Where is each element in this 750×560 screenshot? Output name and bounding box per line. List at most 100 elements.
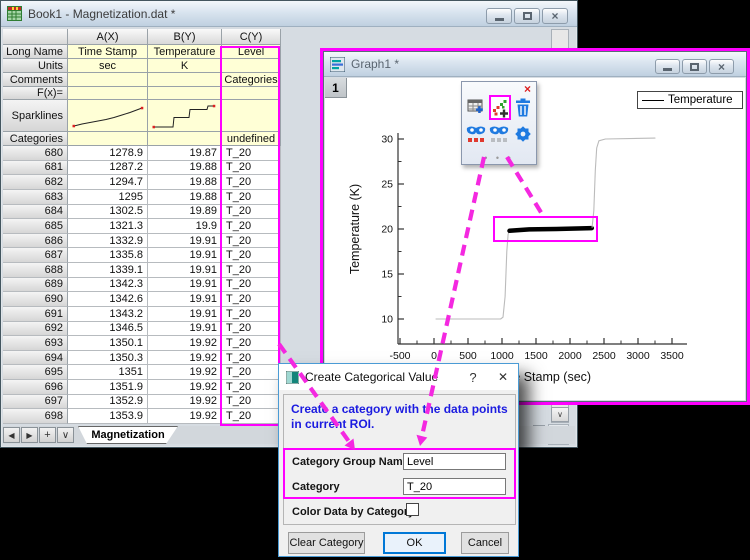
row-number-cell[interactable]: 696 (3, 380, 68, 395)
row-number-cell[interactable]: 680 (3, 146, 68, 161)
settings-button[interactable] (512, 121, 534, 146)
level-cell[interactable]: T_20 (222, 409, 281, 424)
units-a[interactable]: sec (68, 59, 148, 73)
level-cell[interactable]: T_20 (222, 175, 281, 190)
cancel-button[interactable]: Cancel (461, 532, 509, 554)
time-stamp-cell[interactable]: 1350.3 (68, 351, 148, 366)
categories-c[interactable]: undefined (222, 132, 281, 146)
toolbar-more-dots[interactable]: • • • (462, 153, 536, 163)
row-number-cell[interactable]: 686 (3, 234, 68, 249)
level-cell[interactable]: T_20 (222, 322, 281, 337)
temperature-cell[interactable]: 19.92 (148, 380, 222, 395)
row-number-cell[interactable]: 687 (3, 248, 68, 263)
time-stamp-cell[interactable]: 1332.9 (68, 234, 148, 249)
dialog-titlebar[interactable]: Create Categorical Value ? ✕ (279, 364, 518, 390)
fx-c[interactable] (222, 87, 281, 100)
temperature-cell[interactable]: 19.88 (148, 190, 222, 205)
temperature-cell[interactable]: 19.88 (148, 175, 222, 190)
time-stamp-cell[interactable]: 1339.1 (68, 263, 148, 278)
time-stamp-cell[interactable]: 1343.2 (68, 307, 148, 322)
roi-rectangle[interactable] (493, 216, 598, 242)
categories-b[interactable] (148, 132, 222, 146)
minimize-button[interactable] (486, 8, 512, 24)
temperature-cell[interactable]: 19.91 (148, 263, 222, 278)
level-cell[interactable]: T_20 (222, 263, 281, 278)
time-stamp-cell[interactable]: 1278.9 (68, 146, 148, 161)
sheet-list-button[interactable]: ∨ (57, 427, 74, 443)
time-stamp-cell[interactable]: 1352.9 (68, 395, 148, 410)
level-cell[interactable]: T_20 (222, 161, 281, 176)
temperature-cell[interactable]: 19.92 (148, 395, 222, 410)
temperature-cell[interactable]: 19.91 (148, 248, 222, 263)
graph-close-button[interactable]: × (709, 59, 734, 74)
temperature-cell[interactable]: 19.92 (148, 351, 222, 366)
time-stamp-cell[interactable]: 1351 (68, 365, 148, 380)
level-cell[interactable]: T_20 (222, 380, 281, 395)
row-label-comments[interactable]: Comments (3, 73, 68, 87)
temperature-cell[interactable]: 19.92 (148, 336, 222, 351)
row-number-cell[interactable]: 683 (3, 190, 68, 205)
fx-b[interactable] (148, 87, 222, 100)
time-stamp-cell[interactable]: 1351.9 (68, 380, 148, 395)
level-cell[interactable]: T_20 (222, 292, 281, 307)
temperature-cell[interactable]: 19.89 (148, 205, 222, 220)
page-number-button[interactable]: 1 (325, 78, 347, 98)
temperature-cell[interactable]: 19.91 (148, 234, 222, 249)
level-cell[interactable]: T_20 (222, 336, 281, 351)
comments-c[interactable]: Categories (222, 73, 281, 87)
clear-category-button[interactable]: Clear Category (288, 532, 365, 554)
legend[interactable]: Temperature (637, 91, 743, 109)
tab-nav-prev-button[interactable]: ◀ (3, 427, 20, 443)
time-stamp-cell[interactable]: 1321.3 (68, 219, 148, 234)
row-number-cell[interactable]: 698 (3, 409, 68, 424)
scroll-down-button[interactable]: ∨ (551, 407, 569, 422)
row-number-cell[interactable]: 691 (3, 307, 68, 322)
color-data-by-category-checkbox[interactable] (406, 503, 419, 516)
row-label-long-name[interactable]: Long Name (3, 45, 68, 59)
time-stamp-cell[interactable]: 1302.5 (68, 205, 148, 220)
fx-a[interactable] (68, 87, 148, 100)
temperature-cell[interactable]: 19.91 (148, 278, 222, 293)
level-cell[interactable]: T_20 (222, 365, 281, 380)
graph-maximize-button[interactable] (682, 59, 707, 74)
sparkline-c[interactable] (222, 100, 281, 132)
level-cell[interactable]: T_20 (222, 307, 281, 322)
level-cell[interactable]: T_20 (222, 278, 281, 293)
row-number-cell[interactable]: 689 (3, 278, 68, 293)
level-cell[interactable]: T_20 (222, 219, 281, 234)
row-number-cell[interactable]: 694 (3, 351, 68, 366)
temperature-cell[interactable]: 19.91 (148, 292, 222, 307)
level-cell[interactable]: T_20 (222, 234, 281, 249)
temperature-cell[interactable]: 19.91 (148, 322, 222, 337)
row-number-cell[interactable]: 695 (3, 365, 68, 380)
row-number-cell[interactable]: 688 (3, 263, 68, 278)
time-stamp-cell[interactable]: 1335.8 (68, 248, 148, 263)
units-b[interactable]: K (148, 59, 222, 73)
row-number-cell[interactable]: 684 (3, 205, 68, 220)
column-header-a[interactable]: A(X) (68, 29, 148, 45)
mini-toolbar-close-button[interactable]: × (524, 82, 531, 96)
long-name-c[interactable]: Level (222, 45, 281, 59)
row-label-categories[interactable]: Categories (3, 132, 68, 146)
time-stamp-cell[interactable]: 1342.3 (68, 278, 148, 293)
time-stamp-cell[interactable]: 1353.9 (68, 409, 148, 424)
corner-cell[interactable] (3, 29, 68, 45)
unmask-points-button[interactable] (489, 121, 511, 146)
row-number-cell[interactable]: 682 (3, 175, 68, 190)
row-number-cell[interactable]: 681 (3, 161, 68, 176)
graph-titlebar[interactable]: Graph1 * × (324, 52, 746, 77)
long-name-b[interactable]: Temperature (148, 45, 222, 59)
comments-a[interactable] (68, 73, 148, 87)
row-label-sparklines[interactable]: Sparklines (3, 100, 68, 132)
level-cell[interactable]: T_20 (222, 205, 281, 220)
level-cell[interactable]: T_20 (222, 248, 281, 263)
time-stamp-cell[interactable]: 1294.7 (68, 175, 148, 190)
time-stamp-cell[interactable]: 1342.6 (68, 292, 148, 307)
sparkline-a[interactable] (68, 100, 148, 132)
temperature-cell[interactable]: 19.91 (148, 307, 222, 322)
comments-b[interactable] (148, 73, 222, 87)
maximize-button[interactable] (514, 8, 540, 24)
mask-points-button[interactable] (466, 121, 488, 146)
level-cell[interactable]: T_20 (222, 190, 281, 205)
column-header-c[interactable]: C(Y) (222, 29, 281, 45)
